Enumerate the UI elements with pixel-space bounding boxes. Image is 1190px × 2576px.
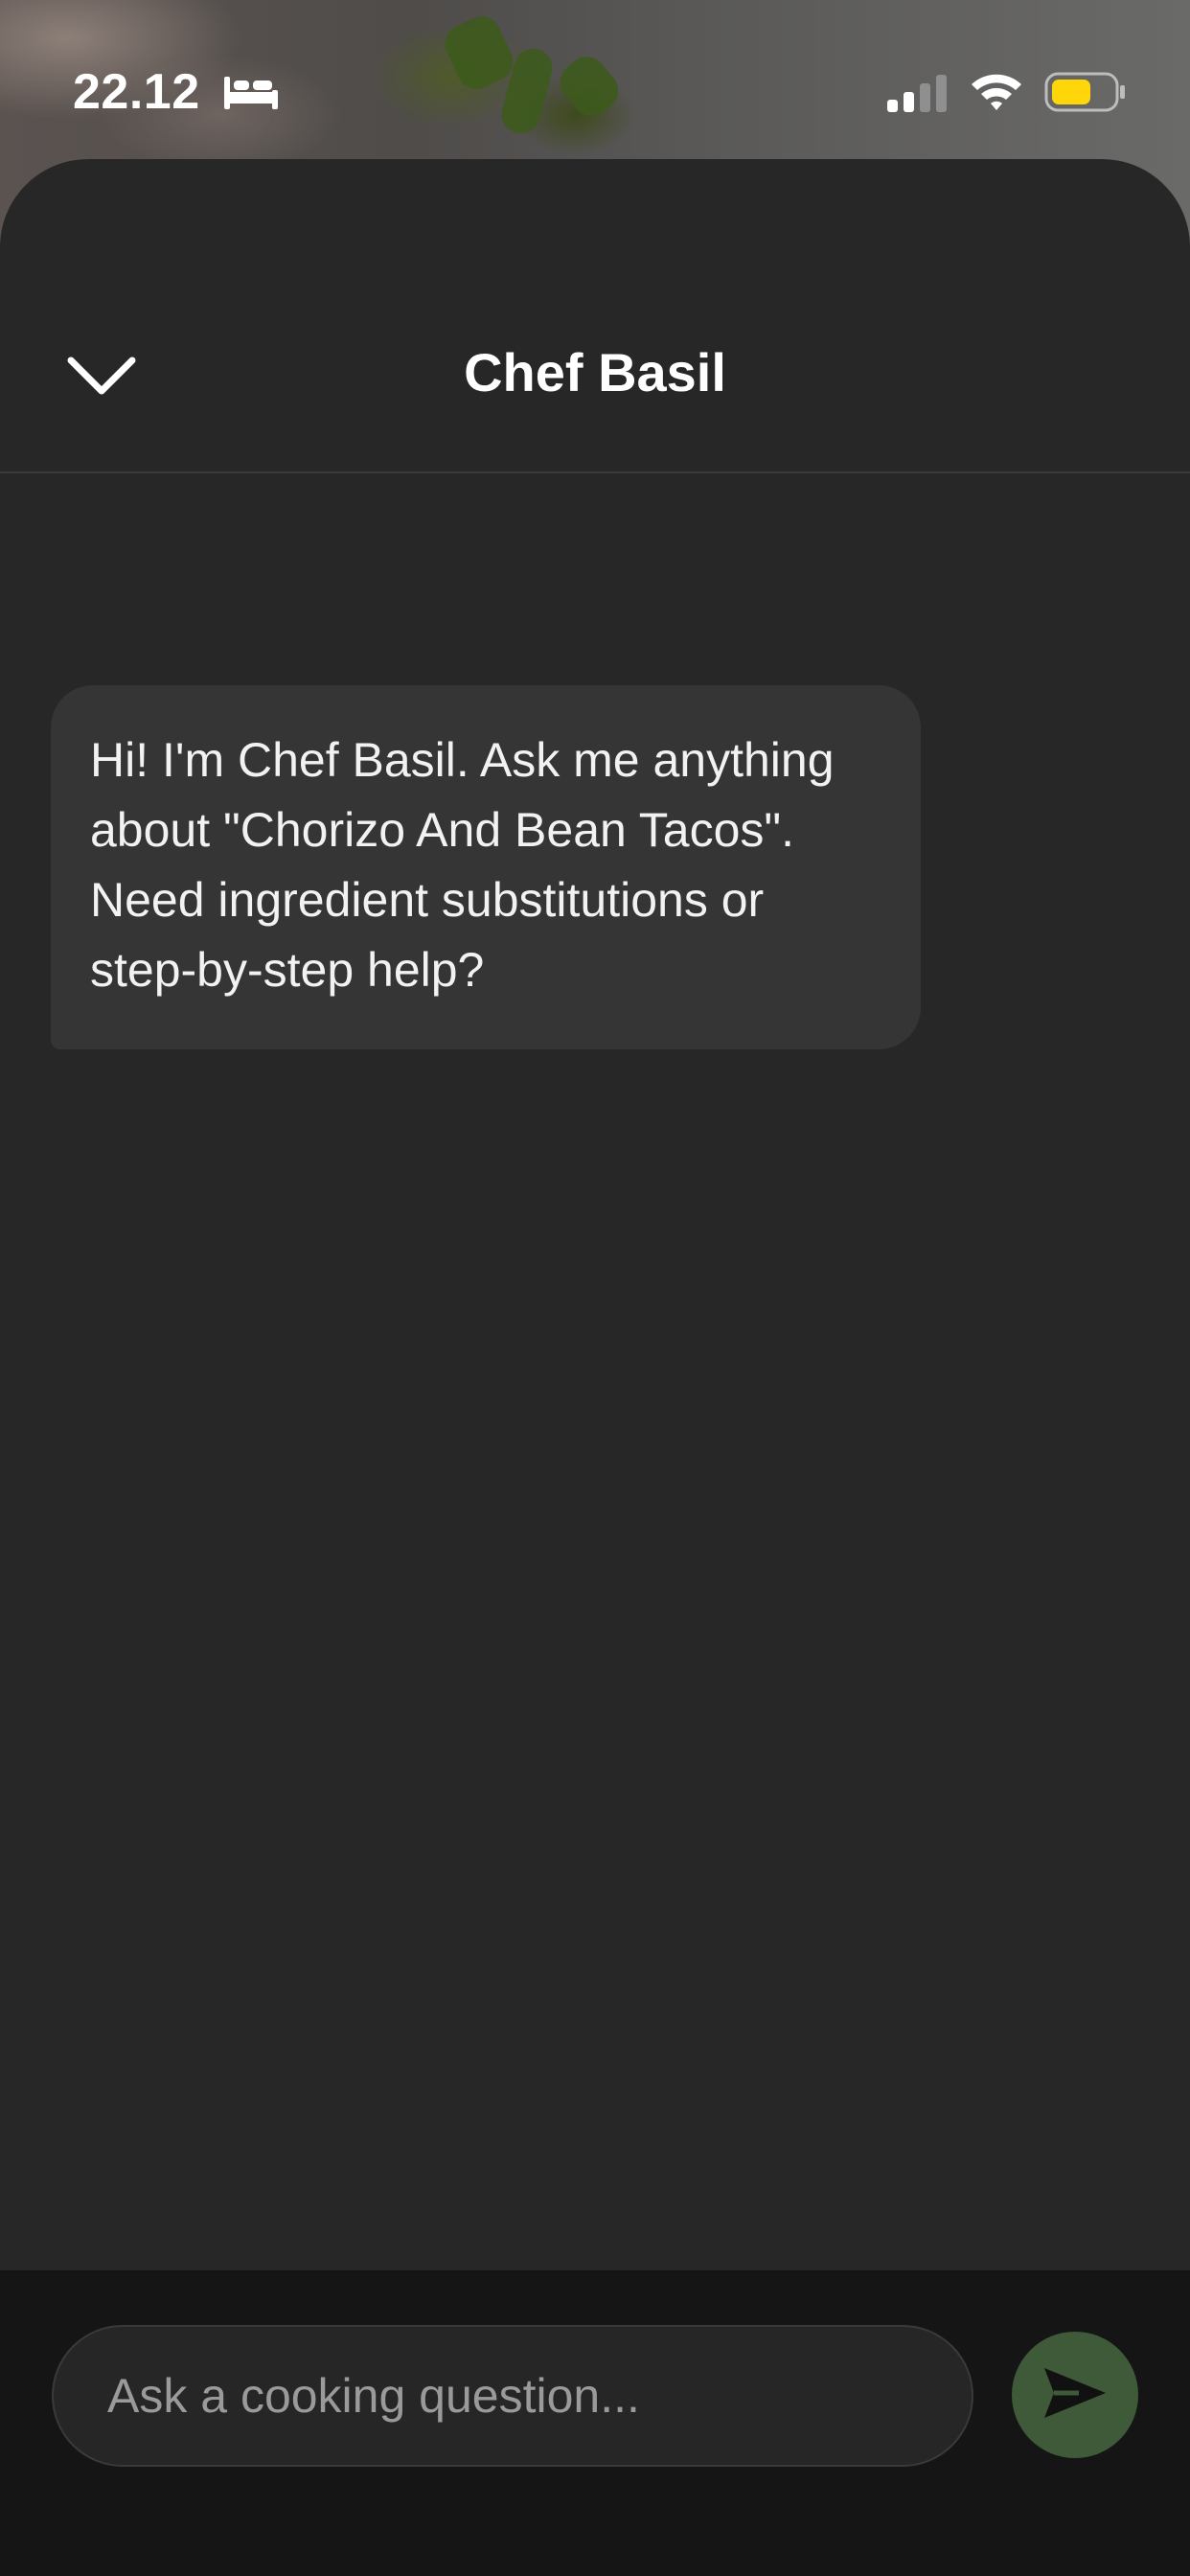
- page-title: Chef Basil: [464, 342, 726, 402]
- screen: 22.12 Chef Basil Hi! I'm Chef Basil. Ask…: [0, 0, 1190, 2576]
- status-bar: 22.12: [0, 0, 1190, 158]
- question-input[interactable]: [52, 2325, 973, 2467]
- chat-header: Chef Basil: [0, 159, 1190, 473]
- battery-icon: [1044, 71, 1127, 113]
- bed-icon: [222, 73, 280, 113]
- chat-sheet: Chef Basil Hi! I'm Chef Basil. Ask me an…: [0, 159, 1190, 2576]
- status-time: 22.12: [73, 64, 200, 120]
- send-icon: [1041, 2364, 1110, 2426]
- signal-icon: [885, 73, 950, 113]
- wifi-icon: [968, 69, 1025, 113]
- composer-bar: [0, 2270, 1190, 2576]
- message-list[interactable]: Hi! I'm Chef Basil. Ask me anything abou…: [0, 473, 1190, 2269]
- send-button[interactable]: [1012, 2332, 1138, 2458]
- assistant-message: Hi! I'm Chef Basil. Ask me anything abou…: [51, 685, 921, 1049]
